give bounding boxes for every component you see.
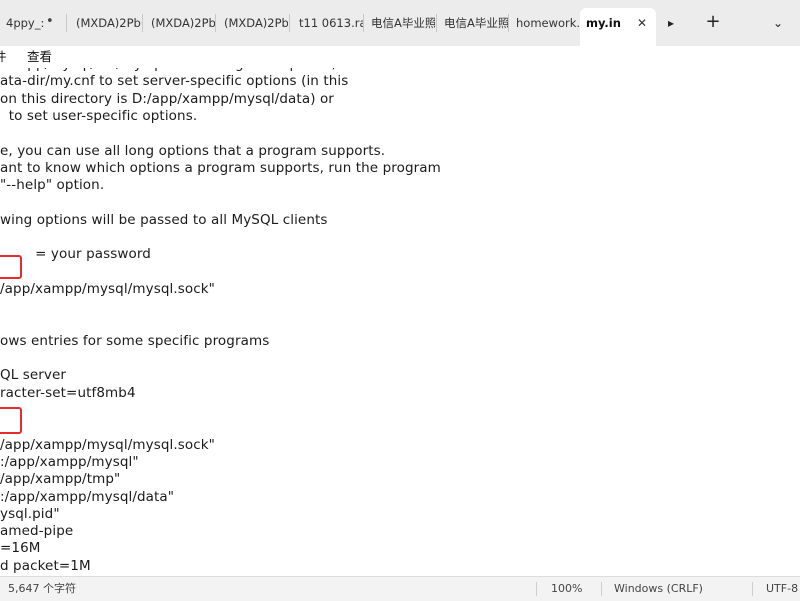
tab-t11-rar[interactable]: t11 0613.rar [293,8,363,38]
editor-line: /app/xampp/mysql/mysql.sock" [0,436,215,453]
tab-overflow-icon[interactable]: ▸ [668,8,674,38]
editor-line: :/app/xampp/mysql/data" [0,488,175,505]
tab-separator [215,14,216,32]
editor-line: :/app/xampp/mysql" [0,453,139,470]
tab-homework[interactable]: homework.r [510,8,580,38]
highlight-box [0,255,22,279]
tab-bar: 4ppy_: • (MXDA)2Pb( (MXDA)2Pb( (MXDA)2Pb… [0,0,800,47]
editor-line: on this directory is D:/app/xampp/mysql/… [0,90,334,107]
status-separator [601,582,602,596]
tab-separator [142,14,143,32]
tab-graduation-photo-1[interactable]: 电信A毕业照 [365,8,435,38]
editor-line: d packet=1M [0,557,91,574]
editor-line: racter-set=utf8mb4 [0,384,136,401]
menu-bar: 件 查看 [0,46,800,68]
editor-line: =16M [0,540,41,557]
editor-line: to set user-specific options. [0,107,198,124]
text-editor[interactable]: rampp/mysql/bin/mysql.cnf to set global … [0,68,800,575]
tab-my-ini-label: my.in [586,16,621,30]
tab-separator [289,14,290,32]
tab-mxda-3[interactable]: (MXDA)2Pb( [218,8,288,38]
status-bar: 5,647 个字符 100% Windows (CRLF) UTF-8 [0,576,800,601]
tab-4ppy[interactable]: 4ppy_: [0,8,44,38]
editor-line: QL server [0,367,67,384]
status-separator [536,582,537,596]
tab-mxda-1[interactable]: (MXDA)2Pb( [70,8,142,38]
char-count: 5,647 个字符 [8,582,76,595]
tab-mxda-2[interactable]: (MXDA)2Pb( [145,8,215,38]
tab-separator [66,14,67,32]
tab-separator [508,14,509,32]
close-tab-icon[interactable]: ✕ [637,8,647,38]
highlight-box [0,407,22,434]
editor-line: = your password [0,246,151,263]
editor-line: ysql.pid" [0,505,60,522]
editor-line: size=512K [0,574,73,575]
menu-file[interactable]: 件 [0,46,7,68]
editor-line: /app/xampp/tmp" [0,471,121,488]
editor-line: /app/xampp/mysql/mysql.sock" [0,280,215,297]
editor-line: ata-dir/my.cnf to set server-specific op… [0,73,349,90]
line-ending[interactable]: Windows (CRLF) [614,577,703,601]
editor-line: ant to know which options a program supp… [0,159,441,176]
zoom-level[interactable]: 100% [551,577,582,601]
tab-graduation-photo-2[interactable]: 电信A毕业照 [438,8,508,38]
editor-line: amed-pipe [0,523,74,540]
unsaved-dot-icon: • [46,14,54,29]
editor-line: ows entries for some specific programs [0,332,270,349]
tab-separator [436,14,437,32]
status-separator [752,582,753,596]
encoding[interactable]: UTF-8 [766,577,798,601]
tab-separator [363,14,364,32]
editor-line: wing options will be passed to all MySQL… [0,211,328,228]
menu-view[interactable]: 查看 [27,46,52,68]
chevron-down-icon[interactable]: ⌄ [773,8,783,38]
editor-line: "--help" option. [0,177,105,194]
editor-line: e, you can use all long options that a p… [0,142,386,159]
new-tab-button[interactable]: + [704,7,722,37]
